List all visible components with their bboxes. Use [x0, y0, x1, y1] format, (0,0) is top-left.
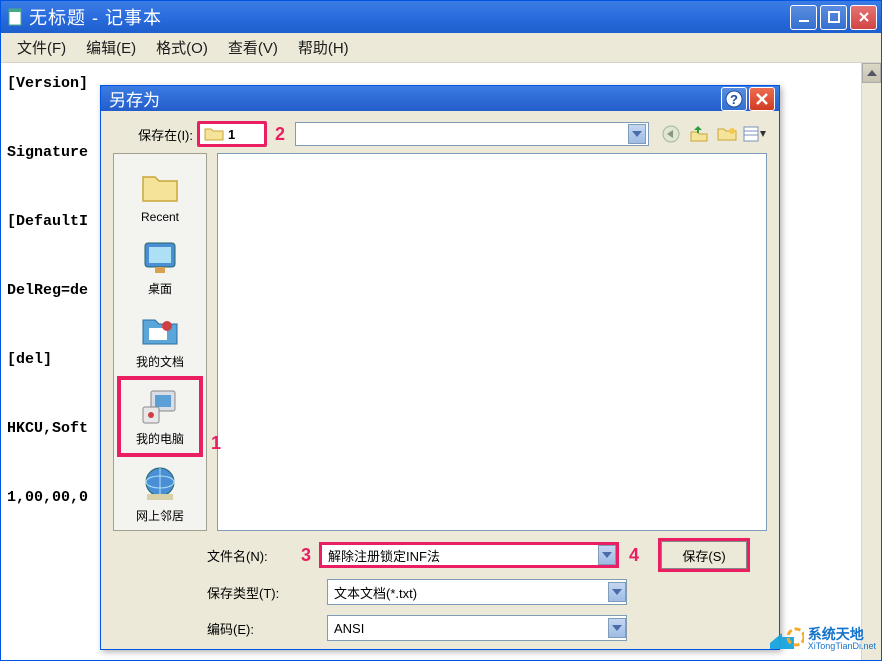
- annotation-4: 4: [629, 545, 639, 566]
- scroll-up-arrow[interactable]: [862, 63, 881, 83]
- watermark-logo-icon: [768, 623, 804, 655]
- sidebar-item-network[interactable]: 网上邻居: [118, 457, 202, 530]
- nav-back-button[interactable]: [659, 123, 683, 145]
- mydocuments-icon: [139, 309, 181, 351]
- savein-combo[interactable]: [295, 122, 649, 146]
- encoding-combo[interactable]: ANSI: [327, 615, 627, 641]
- dialog-bottom: 文件名(N): 3 解除注册锁定INF法 4 保存(S) 保存类型(T): 文本…: [101, 531, 779, 663]
- notepad-icon: [5, 7, 25, 27]
- new-folder-button[interactable]: [715, 123, 739, 145]
- minimize-button[interactable]: [790, 5, 817, 30]
- savein-label: 保存在(I):: [113, 125, 193, 144]
- savein-folder-display[interactable]: 1: [197, 121, 267, 147]
- save-button-label: 保存(S): [682, 546, 725, 565]
- mycomputer-icon: [139, 386, 181, 428]
- chevron-down-icon[interactable]: [628, 124, 646, 144]
- encoding-value: ANSI: [334, 621, 608, 636]
- dialog-middle: Recent 桌面 我的文档 我的电脑 网上邻居 1: [101, 153, 779, 531]
- watermark-line1: 系统天地: [808, 627, 876, 641]
- chevron-down-icon[interactable]: [608, 582, 626, 602]
- menu-edit[interactable]: 编辑(E): [76, 33, 146, 62]
- dialog-titlebar[interactable]: 另存为 ?: [101, 86, 779, 111]
- sidebar-recent-label: Recent: [141, 210, 179, 224]
- annotation-3: 3: [301, 545, 311, 566]
- file-list-area[interactable]: [217, 153, 767, 531]
- dialog-close-button[interactable]: [749, 87, 775, 111]
- notepad-title-text: 无标题 - 记事本: [29, 4, 790, 30]
- notepad-titlebar[interactable]: 无标题 - 记事本: [1, 1, 881, 33]
- notepad-menubar: 文件(F) 编辑(E) 格式(O) 查看(V) 帮助(H): [1, 33, 881, 63]
- watermark: 系统天地 XiTongTianDi.net: [768, 623, 876, 655]
- folder-icon: [204, 126, 224, 142]
- places-sidebar: Recent 桌面 我的文档 我的电脑 网上邻居: [113, 153, 207, 531]
- sidebar-desktop-label: 桌面: [148, 280, 172, 297]
- dialog-help-button[interactable]: ?: [721, 87, 747, 111]
- dialog-title-text: 另存为: [105, 86, 721, 111]
- svg-text:?: ?: [730, 92, 738, 107]
- filetype-value: 文本文档(*.txt): [334, 583, 608, 602]
- annotation-1: 1: [211, 433, 221, 454]
- watermark-line2: XiTongTianDi.net: [808, 641, 876, 651]
- filetype-combo[interactable]: 文本文档(*.txt): [327, 579, 627, 605]
- view-menu-button[interactable]: [743, 123, 767, 145]
- sidebar-mycomputer-label: 我的电脑: [136, 430, 184, 447]
- chevron-down-icon[interactable]: [598, 545, 616, 565]
- nav-up-button[interactable]: [687, 123, 711, 145]
- save-as-dialog: 另存为 ? 保存在(I): 1 2 Recent: [100, 85, 780, 650]
- save-button[interactable]: 保存(S): [661, 541, 747, 569]
- sidebar-item-mycomputer[interactable]: 我的电脑: [117, 376, 203, 457]
- savein-value: 1: [228, 127, 235, 142]
- encoding-label: 编码(E):: [207, 619, 297, 638]
- sidebar-mydocs-label: 我的文档: [136, 353, 184, 370]
- maximize-button[interactable]: [820, 5, 847, 30]
- menu-format[interactable]: 格式(O): [146, 33, 218, 62]
- sidebar-item-desktop[interactable]: 桌面: [118, 230, 202, 303]
- vertical-scrollbar[interactable]: [861, 63, 881, 660]
- filename-input[interactable]: 解除注册锁定INF法: [319, 542, 619, 568]
- chevron-down-icon[interactable]: [608, 618, 626, 638]
- recent-folder-icon: [139, 166, 181, 208]
- filename-label: 文件名(N):: [207, 546, 297, 565]
- desktop-icon: [139, 236, 181, 278]
- sidebar-network-label: 网上邻居: [136, 507, 184, 524]
- dialog-savein-row: 保存在(I): 1 2: [101, 111, 779, 153]
- sidebar-item-recent[interactable]: Recent: [118, 160, 202, 230]
- menu-view[interactable]: 查看(V): [218, 33, 288, 62]
- filetype-label: 保存类型(T):: [207, 583, 297, 602]
- network-icon: [139, 463, 181, 505]
- close-button[interactable]: [850, 5, 877, 30]
- menu-help[interactable]: 帮助(H): [288, 33, 359, 62]
- annotation-2: 2: [275, 124, 285, 145]
- menu-file[interactable]: 文件(F): [7, 33, 76, 62]
- filename-value: 解除注册锁定INF法: [328, 546, 598, 565]
- sidebar-item-mydocs[interactable]: 我的文档: [118, 303, 202, 376]
